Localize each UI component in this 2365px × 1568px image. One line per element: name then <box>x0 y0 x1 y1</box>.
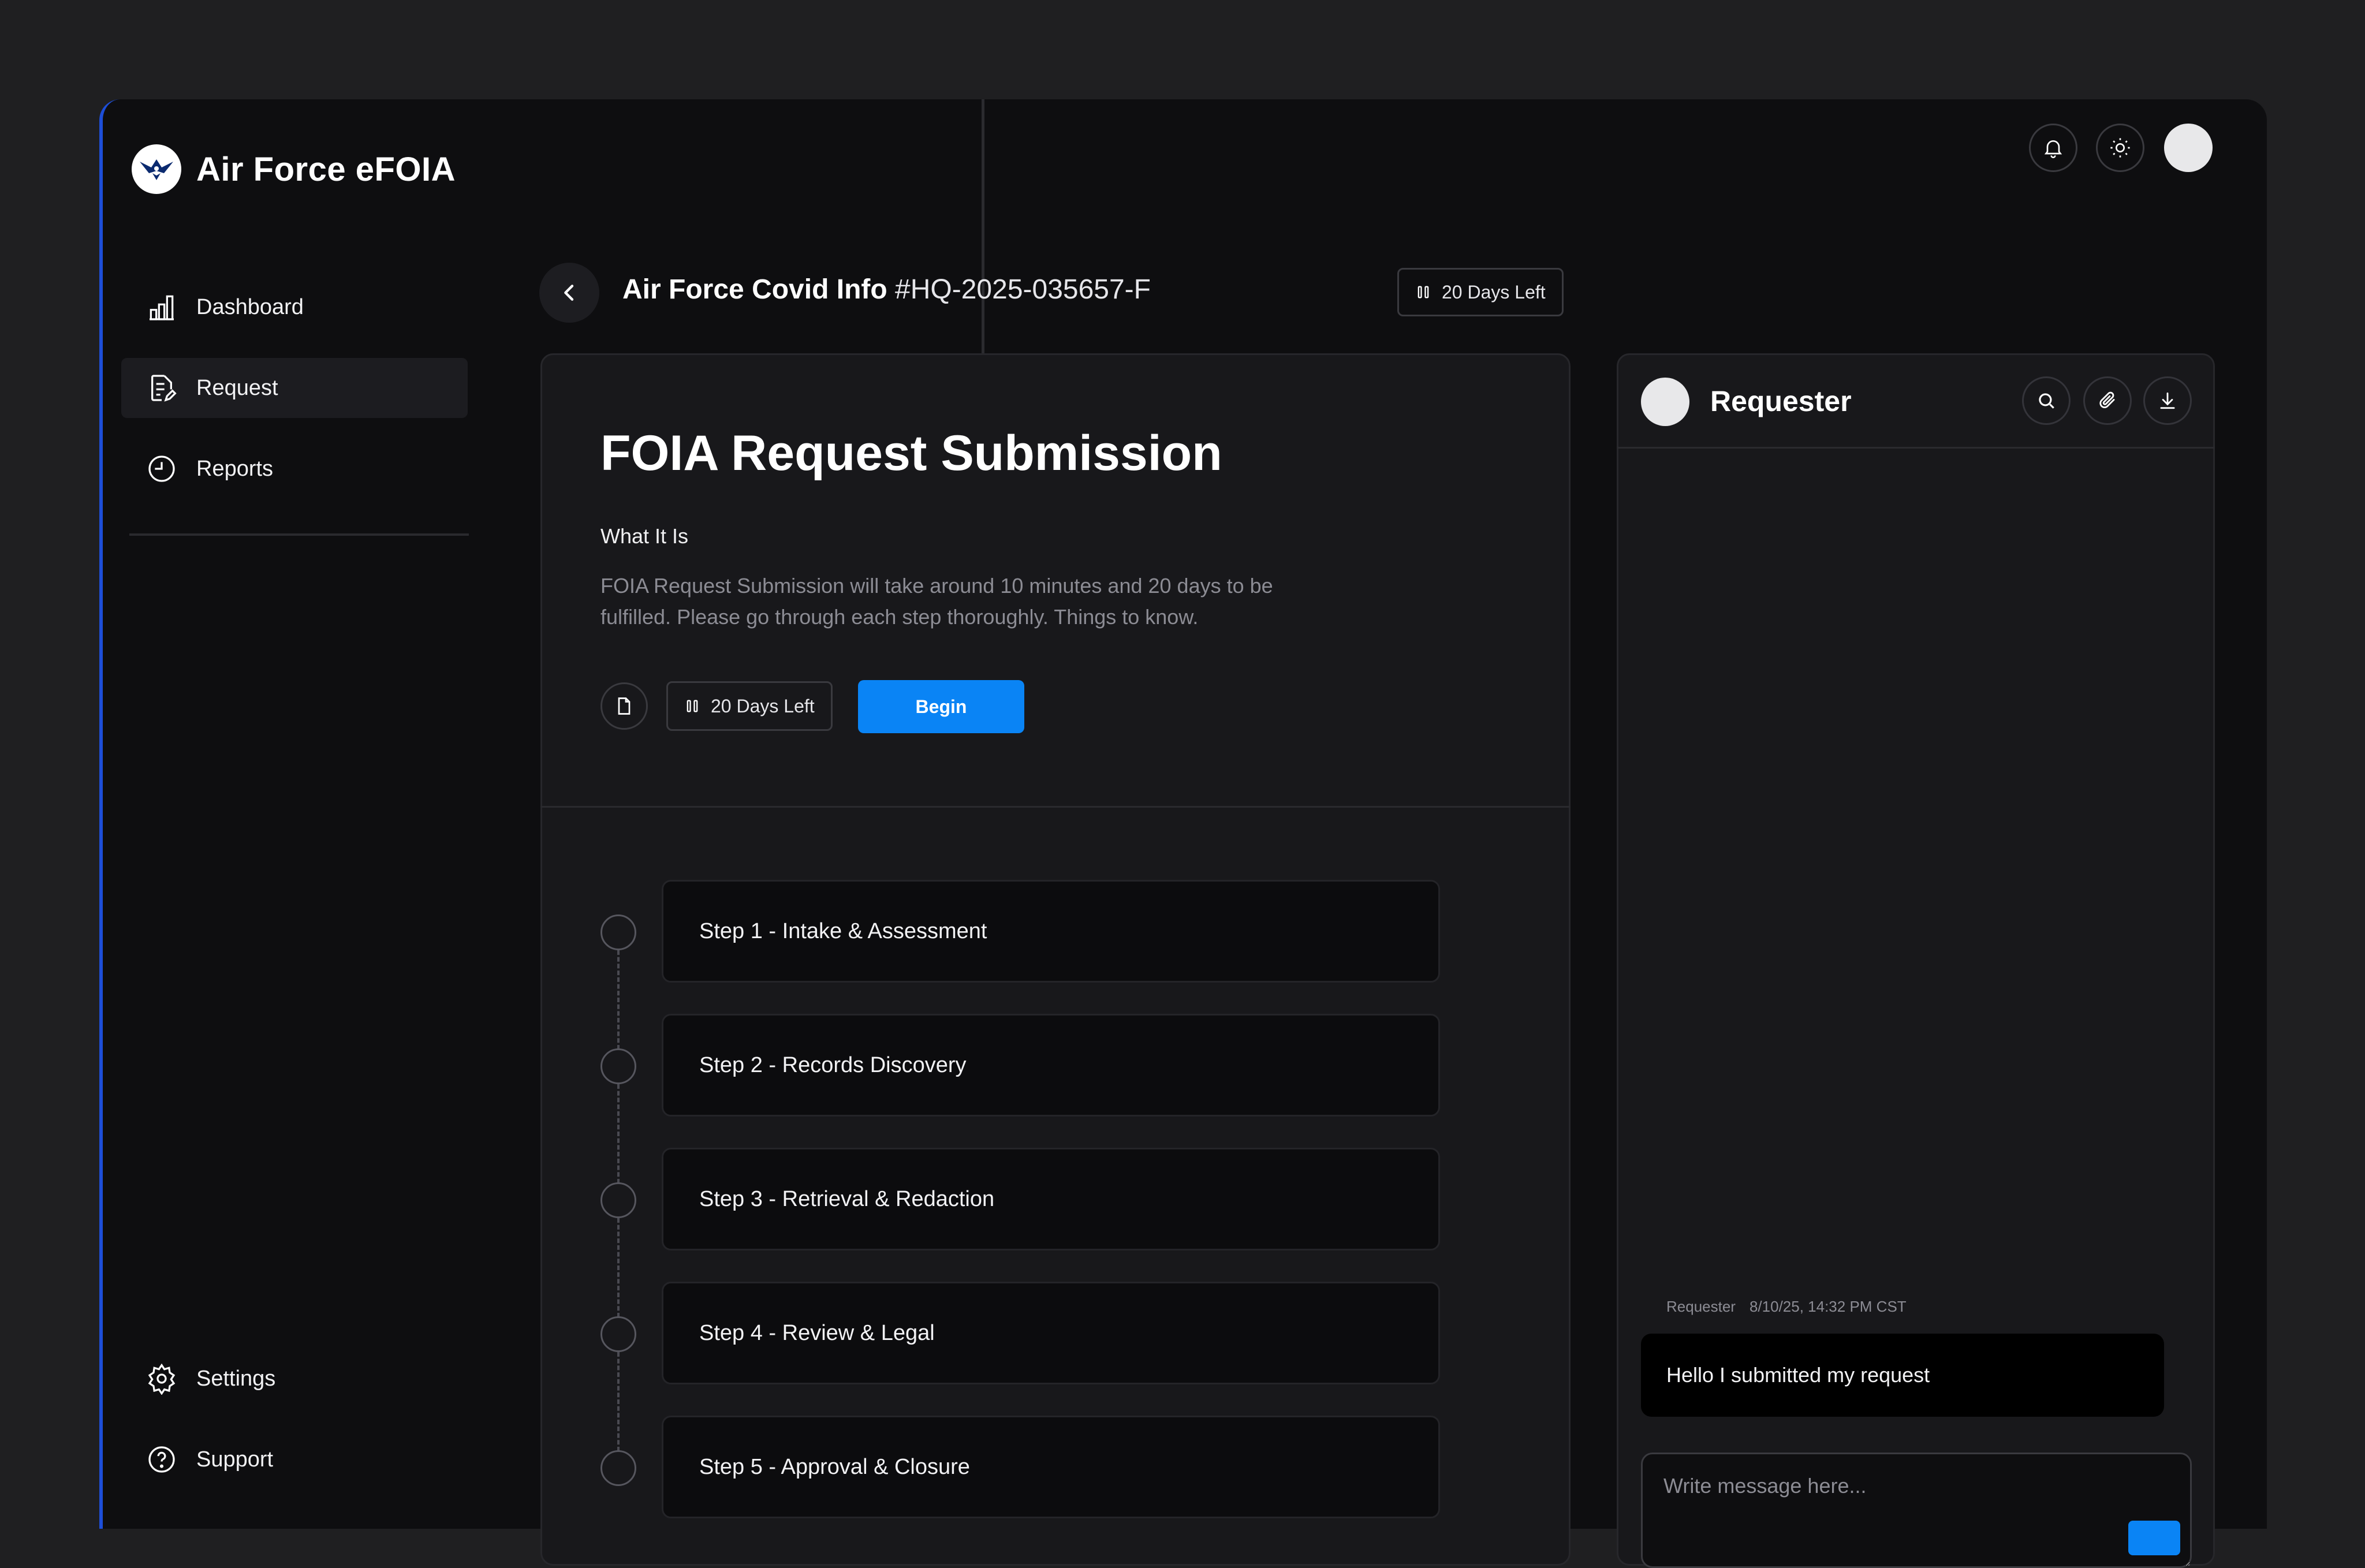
message-timestamp: 8/10/25, 14:32 PM CST <box>1749 1298 1907 1315</box>
days-left-badge: 20 Days Left <box>1397 268 1564 316</box>
step-4-marker <box>600 1316 636 1352</box>
step-label: Step 2 - Records Discovery <box>699 1052 967 1077</box>
user-avatar[interactable] <box>2164 124 2213 172</box>
help-circle-icon <box>144 1442 179 1477</box>
page-title: Air Force Covid Info #HQ-2025-035657-F <box>622 274 1151 305</box>
notifications-button[interactable] <box>2029 124 2077 172</box>
step-5-marker <box>600 1450 636 1486</box>
days-left-text: 20 Days Left <box>1442 281 1546 303</box>
message-meta: Requester 8/10/25, 14:32 PM CST <box>1666 1298 1907 1316</box>
sidebar-item-label: Settings <box>196 1366 276 1391</box>
sidebar-item-label: Support <box>196 1447 274 1472</box>
sun-icon <box>2110 138 2130 158</box>
app-logo[interactable]: Air Force eFOIA <box>132 144 456 194</box>
sidebar-item-reports[interactable]: Reports <box>121 439 468 499</box>
sidebar-item-dashboard[interactable]: Dashboard <box>121 277 468 337</box>
submission-description: FOIA Request Submission will take around… <box>600 574 1273 629</box>
submission-title: FOIA Request Submission <box>600 425 1222 481</box>
request-number: #HQ-2025-035657-F <box>895 274 1151 305</box>
pause-bars-icon <box>1417 286 1429 298</box>
message-input[interactable] <box>1641 1453 2192 1568</box>
sidebar-item-settings[interactable]: Settings <box>121 1349 468 1409</box>
step-label: Step 5 - Approval & Closure <box>699 1454 970 1479</box>
step-2-marker <box>600 1048 636 1084</box>
sidebar-divider <box>129 533 469 536</box>
card-divider <box>540 806 1571 808</box>
sidebar-item-label: Reports <box>196 456 274 481</box>
timeline-connector <box>617 1218 620 1317</box>
message-text: Hello I submitted my request <box>1666 1363 1930 1387</box>
step-1-card[interactable]: Step 1 - Intake & Assessment <box>662 880 1440 983</box>
begin-button[interactable]: Begin <box>858 680 1024 733</box>
step-label: Step 3 - Retrieval & Redaction <box>699 1186 995 1211</box>
file-icon <box>618 697 631 715</box>
step-label: Step 1 - Intake & Assessment <box>699 919 987 943</box>
step-2-card[interactable]: Step 2 - Records Discovery <box>662 1014 1440 1117</box>
chevron-left-icon <box>564 285 574 301</box>
step-3-card[interactable]: Step 3 - Retrieval & Redaction <box>662 1148 1440 1250</box>
theme-toggle-button[interactable] <box>2096 124 2144 172</box>
step-1-marker <box>600 914 636 950</box>
timeline-connector <box>617 1084 620 1184</box>
chat-title: Requester <box>1710 385 1852 417</box>
chat-search-button[interactable] <box>2022 376 2071 425</box>
search-icon <box>2039 393 2054 409</box>
sidebar-item-support[interactable]: Support <box>121 1429 468 1489</box>
section-label: What It Is <box>600 524 689 548</box>
sidebar-item-request[interactable]: Request <box>121 358 468 418</box>
step-5-card[interactable]: Step 5 - Approval & Closure <box>662 1416 1440 1518</box>
timeline-connector <box>617 950 620 1050</box>
app-name: Air Force eFOIA <box>196 150 456 188</box>
sidebar-item-label: Request <box>196 375 278 400</box>
vertical-divider <box>982 99 984 353</box>
air-force-emblem-icon <box>132 144 181 194</box>
download-icon <box>2160 392 2175 409</box>
chat-attach-button[interactable] <box>2083 376 2132 425</box>
send-button[interactable] <box>2128 1521 2180 1555</box>
message-bubble: Hello I submitted my request <box>1641 1334 2164 1417</box>
step-3-marker <box>600 1182 636 1218</box>
bell-icon <box>2044 140 2062 158</box>
bar-chart-icon <box>144 290 179 324</box>
chat-download-button[interactable] <box>2143 376 2192 425</box>
paperclip-icon <box>2099 391 2115 409</box>
timeline-connector <box>617 1352 620 1451</box>
gear-icon <box>144 1361 179 1396</box>
days-left-text: 20 Days Left <box>711 695 815 716</box>
sidebar-item-label: Dashboard <box>196 294 304 319</box>
document-button[interactable] <box>600 682 648 730</box>
chat-header-divider <box>1617 447 2215 449</box>
back-button[interactable] <box>539 263 599 323</box>
requester-avatar <box>1641 378 1689 426</box>
pause-bars-icon <box>687 700 698 712</box>
days-left-chip: 20 Days Left <box>666 681 833 731</box>
message-sender: Requester <box>1666 1298 1736 1315</box>
clock-icon <box>144 451 179 486</box>
request-title: Air Force Covid Info <box>622 274 887 305</box>
step-label: Step 4 - Review & Legal <box>699 1320 935 1345</box>
document-edit-icon <box>144 371 179 405</box>
step-4-card[interactable]: Step 4 - Review & Legal <box>662 1282 1440 1384</box>
